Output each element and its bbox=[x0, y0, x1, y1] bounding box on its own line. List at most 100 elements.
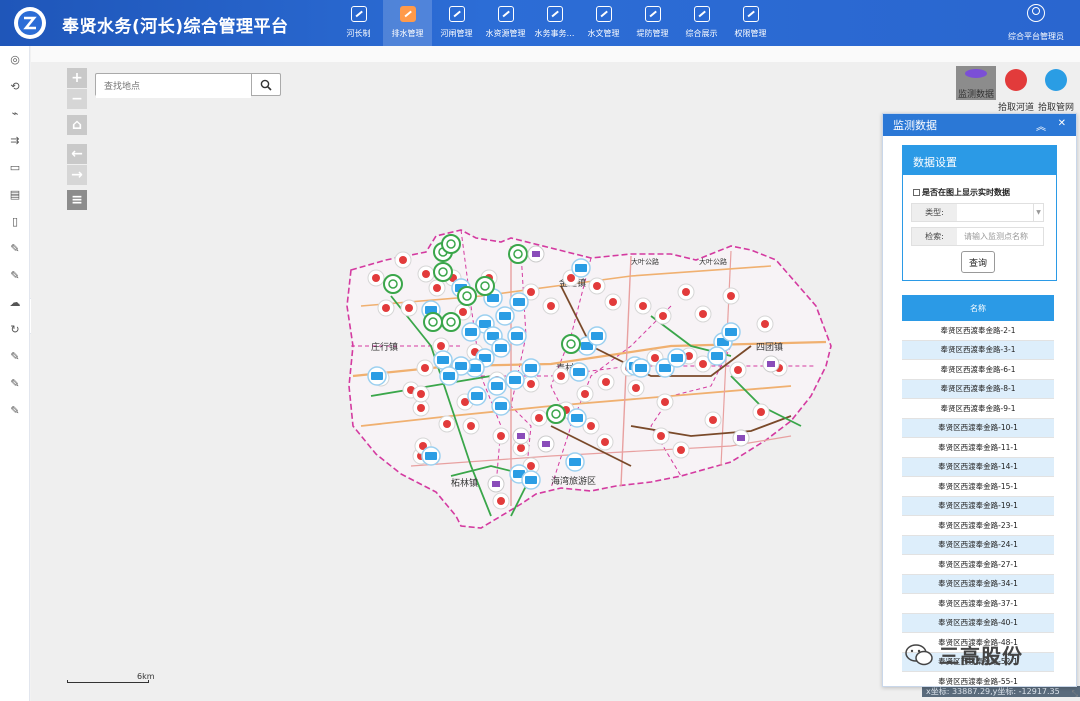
table-row[interactable]: 奉贤区西渡奉金路-37-1 bbox=[902, 594, 1054, 614]
monitoring-panel: 监测数据 ︽ ✕ 数据设置 是否在图上显示实时数据 类型: ▼ 检索: 请输入监… bbox=[882, 113, 1077, 687]
table-row[interactable]: 奉贤区西渡奉金路-10-1 bbox=[902, 418, 1054, 438]
station-table: 名称 奉贤区西渡奉金路-2-1 奉贤区西渡奉金路-3-1 奉贤区西渡奉金路-6-1 奉… bbox=[902, 295, 1054, 686]
tool-label: 监测数据 bbox=[957, 90, 994, 100]
type-select[interactable]: ▼ bbox=[957, 204, 1043, 221]
place-label: 柘林镇 bbox=[451, 477, 478, 489]
realtime-label: 是否在图上显示实时数据 bbox=[922, 188, 1010, 197]
table-row[interactable]: 奉贤区西渡奉金路-3-1 bbox=[902, 340, 1054, 360]
nav-label: 权限管理 bbox=[734, 29, 767, 38]
chart-icon bbox=[742, 6, 759, 22]
table-row[interactable]: 奉贤区西渡奉金路-14-1 bbox=[902, 457, 1054, 477]
user-menu[interactable]: 综合平台管理员 bbox=[1004, 4, 1068, 42]
table-row[interactable]: 奉贤区西渡奉金路-19-1 bbox=[902, 496, 1054, 516]
chart-icon bbox=[693, 6, 710, 22]
edit-icon[interactable]: ✎ bbox=[0, 262, 30, 289]
wechat-icon bbox=[905, 643, 933, 666]
map-search-input[interactable] bbox=[96, 76, 251, 98]
table-row[interactable]: 奉贤区西渡奉金路-27-1 bbox=[902, 555, 1054, 575]
chart-icon bbox=[595, 6, 612, 22]
zoom-in-button[interactable]: + bbox=[67, 68, 87, 88]
edit-icon bbox=[546, 6, 563, 22]
tool-label: 拾取河道 bbox=[997, 103, 1034, 113]
forward-button[interactable]: → bbox=[67, 165, 87, 185]
tool-button-0[interactable]: 监测数据 bbox=[956, 66, 996, 100]
nav-label: 河长制 bbox=[346, 29, 371, 38]
table-row[interactable]: 奉贤区西渡奉金路-9-1 bbox=[902, 399, 1054, 419]
table-row[interactable]: 奉贤区西渡奉金路-55-1 bbox=[902, 672, 1054, 686]
green-station-marker bbox=[546, 404, 566, 424]
settings-title: 数据设置 bbox=[903, 146, 1056, 175]
column-header: 名称 bbox=[902, 295, 1054, 321]
edit-icon[interactable]: ✎ bbox=[0, 235, 30, 262]
green-station-marker bbox=[423, 312, 443, 332]
query-button[interactable]: 查询 bbox=[961, 251, 995, 273]
edit-icon[interactable]: ✎ bbox=[0, 370, 30, 397]
report-icon[interactable]: ▤ bbox=[0, 181, 30, 208]
place-label: 大叶公路 bbox=[631, 257, 659, 266]
flow-icon[interactable]: ⇉ bbox=[0, 127, 30, 154]
edit-icon[interactable]: ✎ bbox=[0, 343, 30, 370]
tool-button-1[interactable]: 拾取河道 bbox=[996, 66, 1036, 113]
nav-item-1[interactable]: 排水管理 bbox=[383, 0, 432, 46]
nav-item-5[interactable]: 水文管理 bbox=[579, 0, 628, 46]
close-icon[interactable]: ✕ bbox=[1058, 118, 1066, 129]
table-row[interactable]: 奉贤区西渡奉金路-6-1 bbox=[902, 360, 1054, 380]
station-search-input[interactable]: 请输入监测点名称 bbox=[957, 228, 1043, 245]
nav-item-3[interactable]: 水资源管理 bbox=[481, 0, 530, 46]
nav-label: 综合展示 bbox=[685, 29, 718, 38]
table-row[interactable]: 奉贤区西渡奉金路-24-1 bbox=[902, 535, 1054, 555]
book-icon[interactable]: ▯ bbox=[0, 208, 30, 235]
upload-icon[interactable]: ☁ bbox=[0, 289, 30, 316]
table-row[interactable]: 奉贤区西渡奉金路-23-1 bbox=[902, 516, 1054, 536]
scale-bar: 6km bbox=[67, 672, 155, 684]
left-sidebar: ◎ ⟲ ⌁ ⇉ ▭ ▤ ▯ ✎ ✎ ☁ ↻ ✎ ✎ ✎ bbox=[0, 46, 30, 701]
back-button[interactable]: ← bbox=[67, 144, 87, 164]
panel-title: 监测数据 bbox=[893, 119, 937, 132]
table-row[interactable]: 奉贤区西渡奉金路-11-1 bbox=[902, 438, 1054, 458]
monitor-icon[interactable]: ▭ bbox=[0, 154, 30, 181]
green-station-marker bbox=[383, 274, 403, 294]
route-icon[interactable]: ⟲ bbox=[0, 73, 30, 100]
place-label: 庄行镇 bbox=[371, 341, 398, 353]
nav-item-7[interactable]: 综合展示 bbox=[677, 0, 726, 46]
nav-item-2[interactable]: 河闸管理 bbox=[432, 0, 481, 46]
user-name: 综合平台管理员 bbox=[1008, 32, 1064, 41]
map-search bbox=[95, 73, 281, 98]
edit-icon[interactable]: ✎ bbox=[0, 397, 30, 424]
home-button[interactable]: ⌂ bbox=[67, 115, 87, 135]
tool-button-2[interactable]: 拾取管网 bbox=[1036, 66, 1076, 113]
tool-label: 拾取管网 bbox=[1037, 103, 1074, 113]
nav-label: 水务事务… bbox=[534, 29, 575, 38]
table-row[interactable]: 奉贤区西渡奉金路-34-1 bbox=[902, 574, 1054, 594]
green-station-marker bbox=[457, 286, 477, 306]
nav-item-4[interactable]: 水务事务… bbox=[530, 0, 579, 46]
green-station-marker bbox=[475, 276, 495, 296]
nav-item-8[interactable]: 权限管理 bbox=[726, 0, 775, 46]
refresh-icon[interactable]: ↻ bbox=[0, 316, 30, 343]
nav-item-6[interactable]: 堤防管理 bbox=[628, 0, 677, 46]
zoom-out-button[interactable]: − bbox=[67, 89, 87, 109]
layers-button[interactable]: ≡ bbox=[67, 190, 87, 210]
line-chart-icon[interactable]: ⌁ bbox=[0, 100, 30, 127]
resize-icon[interactable]: ⤡ bbox=[1072, 689, 1078, 699]
pick-pipe-icon bbox=[1045, 69, 1067, 91]
edit-icon bbox=[644, 6, 661, 22]
table-row[interactable]: 奉贤区西渡奉金路-40-1 bbox=[902, 613, 1054, 633]
realtime-checkbox[interactable] bbox=[913, 189, 920, 196]
search-label: 检索: bbox=[912, 228, 957, 245]
table-row[interactable]: 奉贤区西渡奉金路-8-1 bbox=[902, 379, 1054, 399]
search-button[interactable] bbox=[251, 74, 280, 95]
nav-label: 排水管理 bbox=[391, 29, 424, 38]
table-row[interactable]: 奉贤区西渡奉金路-15-1 bbox=[902, 477, 1054, 497]
collapse-icon[interactable]: ︽ bbox=[1036, 118, 1046, 133]
home-icon bbox=[448, 6, 465, 22]
nav-item-0[interactable]: 河长制 bbox=[334, 0, 383, 46]
place-label: 大叶公路 bbox=[699, 257, 727, 266]
table-row[interactable]: 奉贤区西渡奉金路-2-1 bbox=[902, 321, 1054, 341]
search-icon bbox=[260, 79, 272, 91]
realtime-option: 是否在图上显示实时数据 bbox=[913, 187, 1056, 198]
type-label: 类型: bbox=[912, 204, 957, 221]
green-station-marker bbox=[441, 312, 461, 332]
place-label: 海湾旅游区 bbox=[551, 475, 596, 487]
location-icon[interactable]: ◎ bbox=[0, 46, 30, 73]
